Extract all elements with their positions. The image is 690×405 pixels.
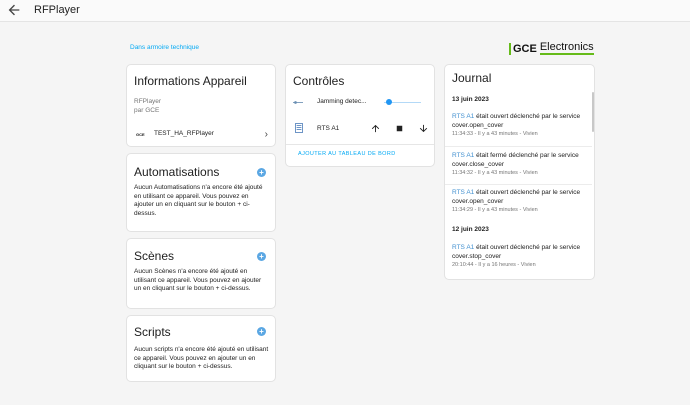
journal-entity-link[interactable]: RTS A1: [452, 113, 474, 120]
back-arrow-icon[interactable]: [6, 2, 22, 18]
jamming-slider-icon: [293, 101, 303, 104]
journal-entry-text: était fermé déclenché par le service: [474, 152, 579, 159]
arrow-down-icon[interactable]: [418, 123, 429, 134]
jamming-slider[interactable]: [384, 99, 421, 105]
logo-gce: GCE: [513, 42, 537, 55]
scripts-card: Scripts + Aucun scripts n'a encore été a…: [126, 315, 276, 382]
scripts-empty-text: Aucun scripts n'a encore été ajouté en u…: [134, 346, 269, 370]
jamming-label: Jamming detec...: [317, 98, 367, 105]
blind-icon: [295, 123, 303, 133]
area-link[interactable]: Dans armoire technique: [130, 44, 199, 51]
integration-link[interactable]: GCE TEST_HA_RFPlayer ›: [136, 128, 268, 140]
controls-title: Contrôles: [293, 74, 345, 88]
cover-label: RTS A1: [317, 125, 340, 132]
jamming-row: Jamming detec...: [293, 96, 429, 108]
device-info-card: Informations Appareil RFPlayer par GCE G…: [126, 64, 276, 147]
journal-date-heading: 12 juin 2023: [452, 226, 489, 233]
journal-entry-meta: 11:34:33 - Il y a 43 minutes - Vivien: [452, 131, 538, 137]
logo-electronics: Electronics: [539, 41, 594, 55]
add-to-dashboard-button[interactable]: AJOUTER AU TABLEAU DE BORD: [298, 151, 396, 157]
journal-divider: [445, 146, 592, 147]
journal-entry-service: cover.open_cover: [452, 198, 504, 205]
add-scene-button[interactable]: +: [257, 252, 266, 261]
scenes-title: Scènes: [134, 249, 175, 263]
controls-divider: [286, 144, 434, 145]
journal-entry-text: était ouvert déclenché par le service: [474, 244, 581, 251]
device-info-title: Informations Appareil: [134, 74, 247, 88]
scripts-title: Scripts: [134, 325, 171, 339]
journal-entry-text: était ouvert déclenché par le service: [474, 189, 581, 196]
scenes-card: Scènes + Aucun Scènes n'a encore été ajo…: [126, 238, 276, 309]
integration-label: TEST_HA_RFPlayer: [154, 129, 214, 137]
stop-icon[interactable]: [394, 123, 405, 134]
add-script-button[interactable]: +: [257, 327, 266, 336]
journal-entry-meta: 11:34:32 - Il y a 43 minutes - Vivien: [452, 170, 538, 176]
journal-entry-meta: 11:34:29 - Il y a 43 minutes - Vivien: [452, 207, 538, 213]
jamming-slider-knob[interactable]: [385, 99, 392, 105]
device-manufacturer: par GCE: [134, 106, 160, 114]
gce-badge-icon: GCE: [136, 131, 145, 137]
chevron-right-icon: ›: [264, 128, 268, 140]
brand-logo: GCE Electronics: [509, 42, 594, 55]
journal-date-heading: 13 juin 2023: [452, 96, 489, 103]
journal-card: Journal 13 juin 2023 RTS A1 était ouvert…: [444, 64, 595, 280]
controls-card: Contrôles Jamming detec... RTS A1 AJOUTE…: [285, 64, 435, 167]
scenes-empty-text: Aucun Scènes n'a encore été ajouté en ut…: [134, 268, 262, 292]
journal-entry-service: cover.close_cover: [452, 161, 505, 168]
device-details: RFPlayer par GCE: [134, 98, 161, 115]
journal-divider: [445, 184, 592, 185]
journal-entry-text: était ouvert déclenché par le service: [474, 113, 581, 120]
journal-entity-link[interactable]: RTS A1: [452, 244, 474, 251]
journal-entry: RTS A1 était ouvert déclenché par le ser…: [445, 112, 592, 138]
arrow-up-icon[interactable]: [370, 123, 381, 134]
automations-card: Automatisations + Aucun Automatisations …: [126, 153, 276, 232]
page-title: RFPlayer: [34, 4, 80, 16]
automations-title: Automatisations: [134, 165, 220, 179]
journal-entry: RTS A1 était fermé déclenché par le serv…: [445, 151, 592, 177]
journal-title: Journal: [452, 71, 492, 85]
device-model: RFPlayer: [134, 98, 162, 105]
journal-entity-link[interactable]: RTS A1: [452, 189, 474, 196]
top-app-bar: RFPlayer: [0, 0, 690, 22]
journal-entry-service: cover.open_cover: [452, 122, 504, 129]
add-automation-button[interactable]: +: [257, 168, 266, 177]
cover-row: RTS A1: [293, 122, 429, 136]
journal-entry: RTS A1 était ouvert déclenché par le ser…: [445, 243, 592, 269]
journal-entry: RTS A1 était ouvert déclenché par le ser…: [445, 188, 592, 214]
journal-entry-service: cover.stop_cover: [452, 253, 502, 260]
logo-bar: [509, 42, 511, 55]
automations-empty-text: Aucun Automatisations n'a encore été ajo…: [134, 184, 263, 217]
journal-entity-link[interactable]: RTS A1: [452, 152, 474, 159]
journal-scrollbar[interactable]: [592, 92, 594, 132]
journal-entry-meta: 20:10:44 - Il y a 16 heures - Vivien: [452, 262, 536, 268]
